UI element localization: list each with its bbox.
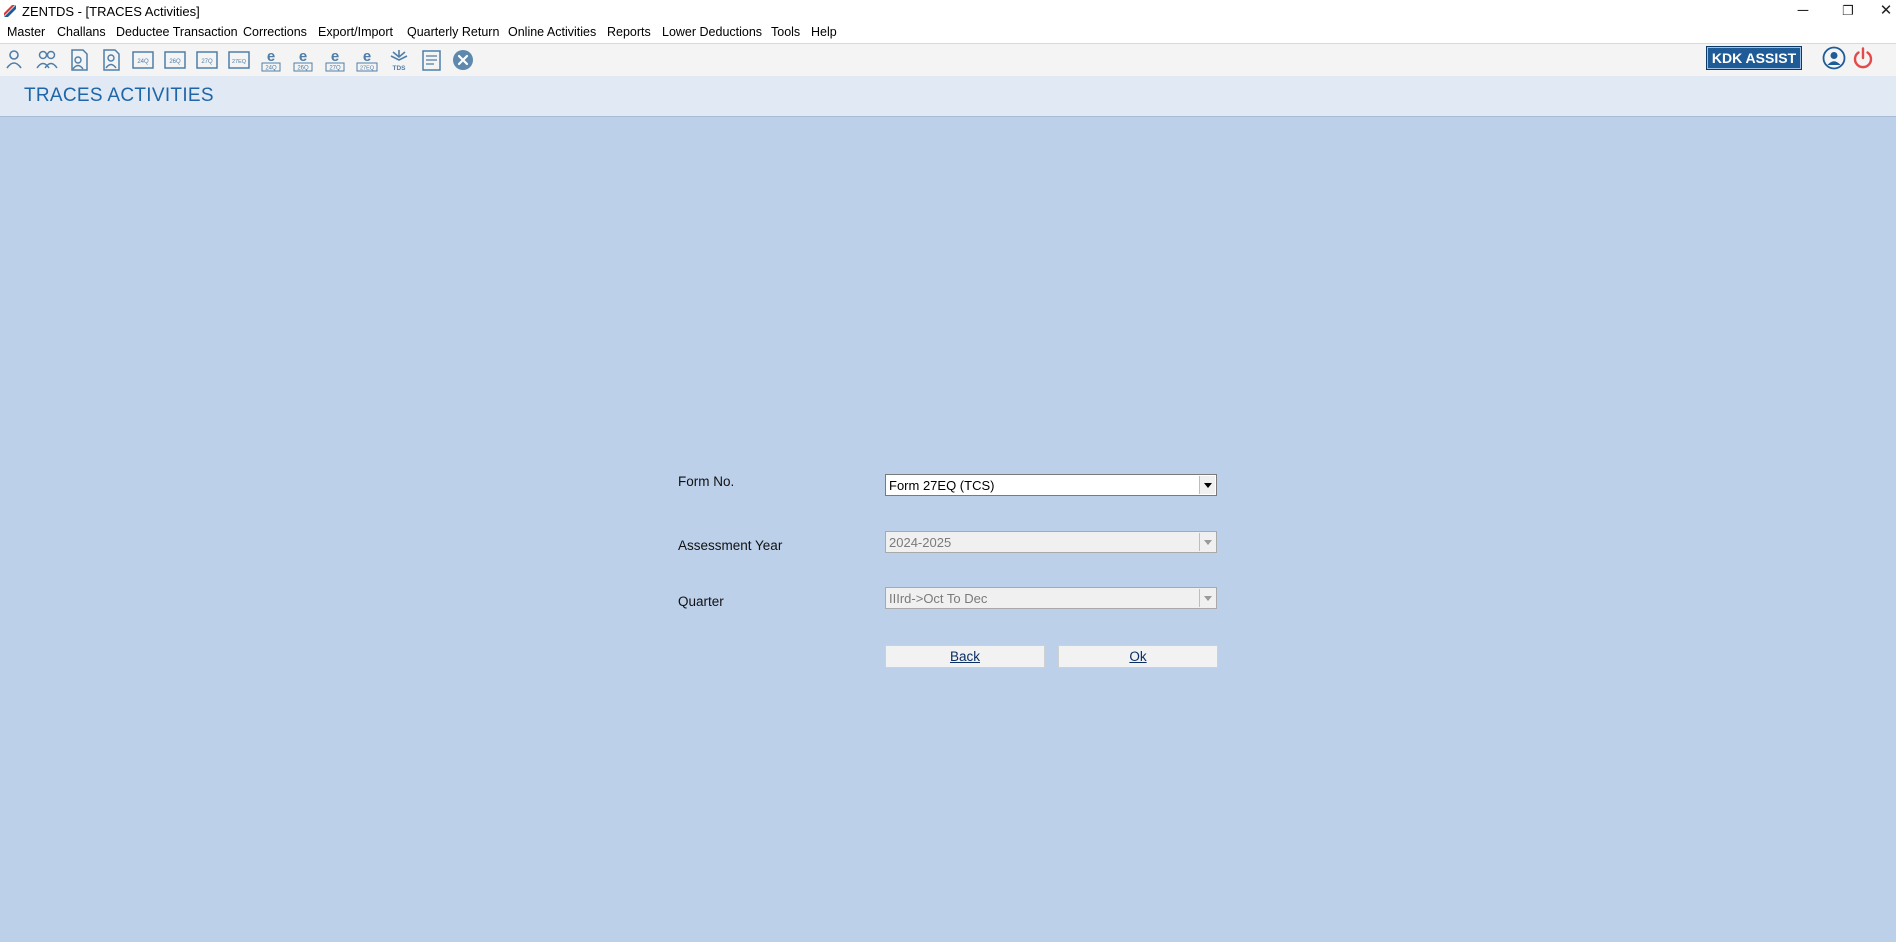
- e-27eq-icon[interactable]: e 27EQ: [354, 47, 380, 73]
- menu-master[interactable]: Master: [7, 25, 45, 39]
- svg-text:e: e: [267, 48, 275, 65]
- minimize-button[interactable]: ─: [1783, 0, 1823, 22]
- ok-button[interactable]: Ok: [1058, 645, 1218, 668]
- menu-challans[interactable]: Challans: [57, 25, 106, 39]
- quarter-label: Quarter: [678, 594, 724, 609]
- svg-text:24Q: 24Q: [265, 66, 277, 72]
- menu-bar: Master Challans Deductee Transaction Cor…: [0, 22, 1896, 44]
- e-24q-icon[interactable]: e 24Q: [258, 47, 284, 73]
- app-logo-icon: [3, 4, 17, 18]
- form-no-select[interactable]: Form 27EQ (TCS): [885, 474, 1217, 496]
- svg-text:e: e: [331, 48, 339, 65]
- svg-text:24Q: 24Q: [137, 59, 149, 65]
- svg-text:26Q: 26Q: [297, 66, 309, 72]
- users-icon[interactable]: [34, 47, 60, 73]
- kdk-assist-button[interactable]: KDK ASSIST: [1706, 46, 1802, 70]
- close-circle-icon[interactable]: [450, 47, 476, 73]
- svg-text:27EQ: 27EQ: [232, 59, 247, 65]
- svg-text:e: e: [363, 48, 371, 65]
- assessment-year-value: 2024-2025: [889, 535, 952, 550]
- chevron-down-icon[interactable]: [1199, 533, 1215, 551]
- svg-text:27Q: 27Q: [201, 59, 213, 65]
- assessment-year-label: Assessment Year: [678, 538, 783, 553]
- restore-button[interactable]: ❐: [1828, 0, 1868, 22]
- svg-text:e: e: [299, 48, 307, 65]
- menu-tools[interactable]: Tools: [771, 25, 800, 39]
- title-bar: ZENTDS - [TRACES Activities] ─ ❐ ✕: [0, 0, 1896, 22]
- menu-export-import[interactable]: Export/Import: [318, 25, 393, 39]
- e-27q-icon[interactable]: e 27Q: [322, 47, 348, 73]
- power-icon[interactable]: [1851, 46, 1875, 70]
- form-24q-icon[interactable]: 24Q: [130, 47, 156, 73]
- page-header: TRACES ACTIVITIES: [0, 76, 1896, 117]
- form-no-value: Form 27EQ (TCS): [889, 478, 995, 493]
- menu-online-activities[interactable]: Online Activities: [508, 25, 596, 39]
- window-title: ZENTDS - [TRACES Activities]: [22, 4, 200, 19]
- chevron-down-icon[interactable]: [1199, 589, 1215, 607]
- menu-corrections[interactable]: Corrections: [243, 25, 307, 39]
- tds-icon[interactable]: TDS: [386, 47, 412, 73]
- menu-quarterly-return[interactable]: Quarterly Return: [407, 25, 499, 39]
- toolbar: 24Q 26Q 27Q 27EQ e 24Q e 26Q e 27Q e 27E…: [0, 44, 1896, 76]
- user-profile-icon[interactable]: [1822, 46, 1846, 70]
- e-26q-icon[interactable]: e 26Q: [290, 47, 316, 73]
- form-26q-icon[interactable]: 26Q: [162, 47, 188, 73]
- quarter-select[interactable]: IIIrd->Oct To Dec: [885, 587, 1217, 609]
- close-window-button[interactable]: ✕: [1876, 0, 1896, 22]
- chevron-down-icon[interactable]: [1199, 476, 1215, 494]
- document-user-edit-icon[interactable]: [98, 47, 124, 73]
- form-27q-icon[interactable]: 27Q: [194, 47, 220, 73]
- svg-text:27Q: 27Q: [329, 66, 341, 72]
- user-icon[interactable]: [3, 47, 29, 73]
- menu-lower-deductions[interactable]: Lower Deductions: [662, 25, 762, 39]
- form-no-label: Form No.: [678, 474, 735, 489]
- report-icon[interactable]: [418, 47, 444, 73]
- page-title: TRACES ACTIVITIES: [24, 85, 214, 106]
- assessment-year-select[interactable]: 2024-2025: [885, 531, 1217, 553]
- back-button[interactable]: Back: [885, 645, 1045, 668]
- menu-help[interactable]: Help: [811, 25, 837, 39]
- svg-text:TDS: TDS: [393, 65, 407, 72]
- quarter-value: IIIrd->Oct To Dec: [889, 591, 988, 606]
- form-27eq-icon[interactable]: 27EQ: [226, 47, 252, 73]
- menu-deductee-transaction[interactable]: Deductee Transaction: [116, 25, 238, 39]
- svg-text:27EQ: 27EQ: [360, 66, 375, 72]
- menu-reports[interactable]: Reports: [607, 25, 651, 39]
- svg-text:26Q: 26Q: [169, 59, 181, 65]
- document-user-icon[interactable]: [66, 47, 92, 73]
